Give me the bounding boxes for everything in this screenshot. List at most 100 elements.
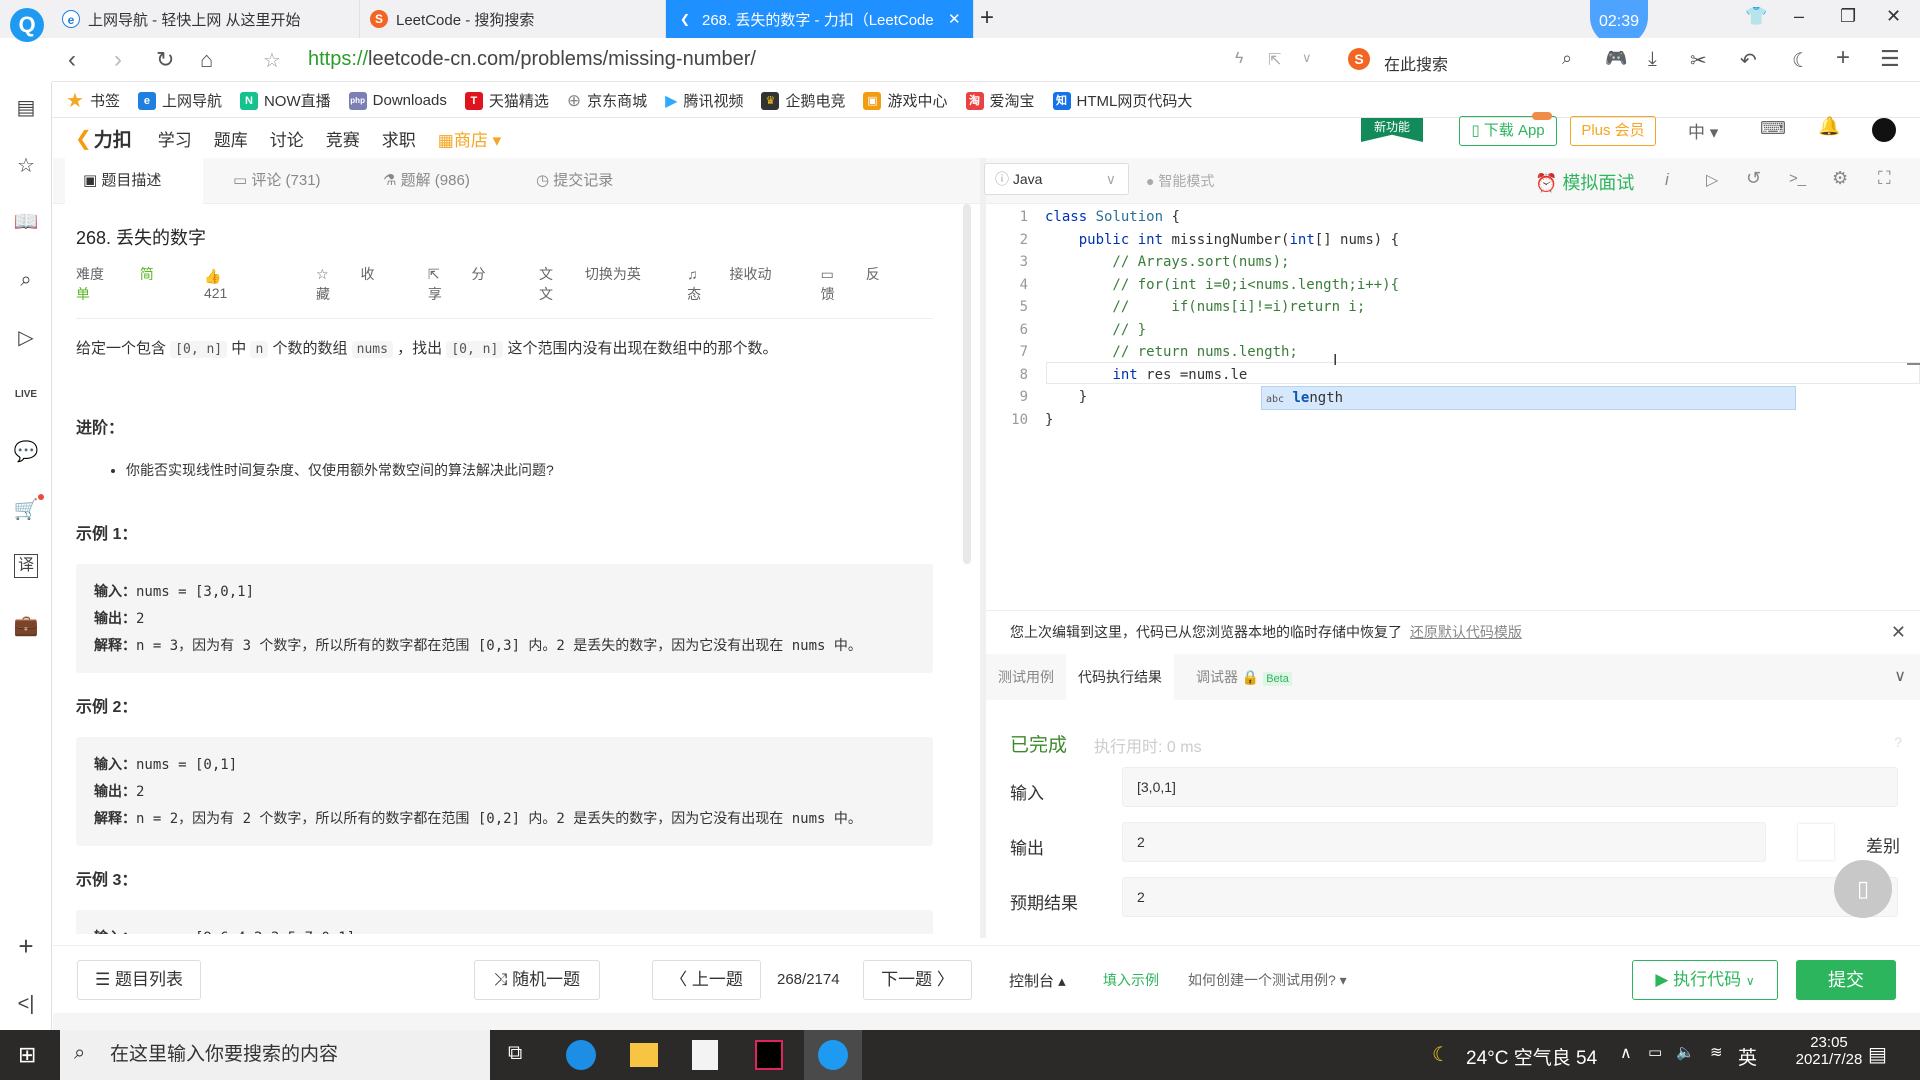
download-app-button[interactable]: ▯ 下载 App (1459, 116, 1557, 146)
weather-text[interactable]: 24°C 空气良 54 (1466, 1043, 1597, 1070)
url-input[interactable]: https://leetcode-cn.com/problems/missing… (308, 48, 756, 71)
leetcode-logo-icon[interactable]: ❮ (75, 126, 92, 151)
task-view-icon[interactable]: ⧉ (508, 1042, 522, 1065)
add-icon[interactable]: + (1836, 44, 1850, 72)
home-icon[interactable]: ⌂ (200, 47, 213, 73)
code-line[interactable]: // return nums.length; (1045, 341, 1399, 364)
collapse-sidebar-icon[interactable]: <| (12, 990, 40, 1018)
tab-leetcode[interactable]: ❮ 268. 丢失的数字 - 力扣（LeetCode ✕ (666, 0, 974, 38)
avatar[interactable] (1872, 118, 1896, 142)
bookmark-item[interactable]: 淘爱淘宝 (965, 90, 1035, 111)
notebook-icon[interactable]: ▯ (1834, 860, 1892, 918)
menu-icon[interactable]: ☰ (1880, 46, 1900, 72)
windows-start-icon[interactable]: ⊞ (18, 1042, 36, 1068)
tab-comments[interactable]: ▭ 评论 (731) (215, 158, 339, 204)
chevron-down-icon[interactable]: ∨ (1302, 50, 1312, 66)
tray-expand-icon[interactable]: ∧ (1620, 1043, 1632, 1063)
taskbar-search-input[interactable]: 在这里输入你要搜索的内容 (60, 1030, 490, 1080)
undo-icon[interactable]: ↶ (1740, 48, 1757, 73)
bell-icon[interactable]: 🔔 (1818, 116, 1840, 137)
settings-icon[interactable]: ⚙ (1832, 168, 1848, 189)
tab-testcase[interactable]: 测试用例 (986, 654, 1066, 700)
sogou-search-icon[interactable]: S (1348, 48, 1370, 70)
fill-example-link[interactable]: 填入示例 (1103, 970, 1159, 990)
notification-center-icon[interactable]: ▤ (1868, 1042, 1887, 1067)
prev-problem-button[interactable]: 〈 上一题 (652, 960, 761, 1000)
volume-icon[interactable]: 🔈 (1676, 1043, 1695, 1061)
video-icon[interactable]: ▷ (12, 324, 40, 352)
next-problem-button[interactable]: 下一题 〉 (863, 960, 972, 1000)
game-icon[interactable]: 🎮 (1605, 48, 1627, 69)
nav-learn[interactable]: 学习 (158, 126, 192, 151)
bookmark-item[interactable]: ⊕ 京东商城 (567, 90, 647, 111)
console-toggle[interactable]: 控制台 ▴ (1009, 970, 1066, 991)
terminal-icon[interactable]: >_ (1789, 170, 1806, 187)
file-explorer-icon[interactable] (630, 1043, 658, 1067)
night-mode-icon[interactable]: ☾ (1792, 48, 1810, 73)
nav-problems[interactable]: 题库 (214, 126, 248, 151)
qq-browser-logo-icon[interactable]: Q (10, 8, 44, 42)
like-button[interactable]: 👍 421 (204, 268, 288, 301)
bookmark-item[interactable]: N NOW直播 (239, 90, 331, 111)
nav-discuss[interactable]: 讨论 (270, 126, 304, 151)
translate-icon[interactable]: 译 (14, 554, 38, 578)
tab-sogou[interactable]: S LeetCode - 搜狗搜索 (360, 0, 666, 38)
share-icon[interactable]: ⇱ (1268, 50, 1281, 70)
share-button[interactable]: ⇱ 分享 (428, 264, 511, 304)
favorite-button[interactable]: ☆ 收藏 (316, 264, 400, 304)
new-tab-button[interactable]: + (980, 4, 994, 32)
info-icon[interactable]: i (1665, 170, 1669, 190)
battery-icon[interactable]: ▭ (1648, 1043, 1662, 1061)
forward-icon[interactable]: › (114, 46, 122, 74)
download-icon[interactable]: ⤓ (1648, 48, 1657, 71)
favorites-star-icon[interactable]: ☆ (12, 152, 40, 180)
chat-icon[interactable]: 💬 (12, 438, 40, 466)
leetcode-logo[interactable]: 力扣 (94, 125, 132, 152)
bookmark-item[interactable]: php Downloads (348, 91, 447, 110)
problem-list-button[interactable]: ☰ 题目列表 (77, 960, 201, 1000)
tab-run-result[interactable]: 代码执行结果 (1066, 654, 1174, 700)
tab-description[interactable]: ▣ 题目描述 (65, 158, 203, 204)
plus-member-button[interactable]: Plus 会员 (1570, 116, 1656, 146)
lightning-icon[interactable]: ϟ (1235, 50, 1243, 68)
bookmark-item[interactable]: 知 HTML网页代码大 (1052, 90, 1192, 111)
intellij-icon[interactable] (755, 1040, 783, 1070)
code-line[interactable]: // for(int i=0;i<nums.length;i++){ (1045, 274, 1399, 297)
code-line[interactable]: } (1045, 409, 1399, 432)
bookmark-item[interactable]: ▶ 腾讯视频 (665, 90, 743, 111)
bookmark-item[interactable]: T 天猫精选 (464, 90, 549, 111)
fullscreen-icon[interactable]: ⛶ (1878, 168, 1891, 189)
restore-default-link[interactable]: 还原默认代码模版 (1410, 624, 1522, 640)
mock-interview-button[interactable]: ⏰ 模拟面试 (1535, 169, 1634, 195)
qq-browser-taskbar-item[interactable] (804, 1030, 862, 1080)
cart-icon[interactable]: 🛒 (12, 496, 40, 524)
close-window-button[interactable]: ✕ (1886, 6, 1901, 27)
close-icon[interactable]: ✕ (1891, 611, 1906, 653)
scissors-icon[interactable]: ✂ (1690, 48, 1707, 73)
briefcase-icon[interactable]: 💼 (12, 612, 40, 640)
tab-solutions[interactable]: ⚗ 题解 (986) (365, 158, 488, 204)
wifi-icon[interactable]: ≋ (1710, 1043, 1723, 1061)
bookmark-item[interactable]: ★ 书签 (66, 88, 120, 113)
reload-icon[interactable]: ↻ (156, 47, 174, 73)
nav-shop[interactable]: ▦商店 ▾ (438, 126, 501, 151)
code-line[interactable]: int res =nums.le (1045, 364, 1399, 387)
autocomplete-suggestion[interactable]: abc length (1261, 386, 1796, 410)
nav-jobs[interactable]: 求职 (382, 126, 416, 151)
how-to-testcase-dropdown[interactable]: 如何创建一个测试用例? ▾ (1188, 970, 1347, 990)
subscribe-button[interactable]: ♫ 接收动态 (687, 264, 792, 304)
feedback-button[interactable]: ▭ 反馈 (821, 264, 905, 304)
clock[interactable]: 23:05 2021/7/28 (1784, 1034, 1874, 1068)
collapse-panel-icon[interactable]: ∨ (1894, 666, 1906, 686)
playground-icon[interactable]: ⌨ (1760, 118, 1786, 139)
play-icon[interactable]: ▷ (1706, 170, 1718, 190)
bookmark-item[interactable]: ▣ 游戏中心 (863, 90, 948, 111)
book-icon[interactable]: 📖 (12, 208, 40, 236)
language-select[interactable]: ⓘ Java ∨ (984, 163, 1129, 195)
random-problem-button[interactable]: ⤨ 随机一题 (474, 960, 600, 1000)
nav-contest[interactable]: 竞赛 (326, 126, 360, 151)
bookmark-star-icon[interactable]: ☆ (263, 48, 281, 73)
search-icon[interactable]: ⌕ (12, 266, 40, 294)
skin-icon[interactable]: 👕 (1745, 6, 1767, 27)
code-line[interactable]: class Solution { (1045, 206, 1399, 229)
